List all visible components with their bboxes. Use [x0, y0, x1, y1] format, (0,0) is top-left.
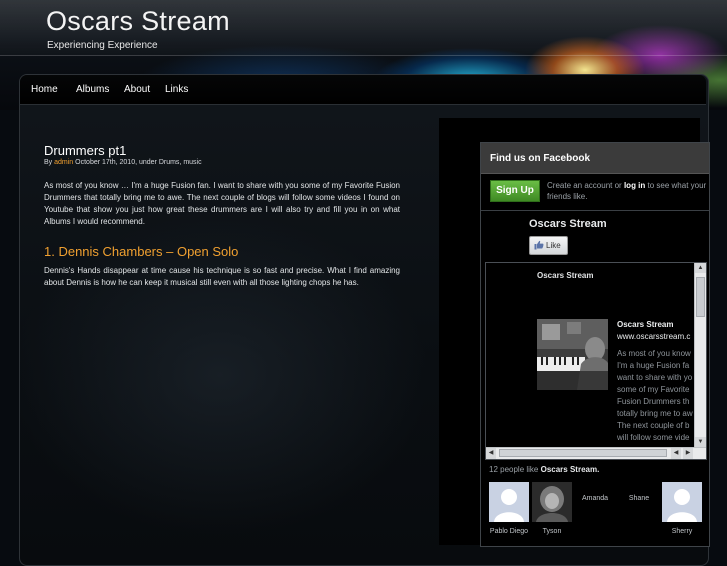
like-label: Like [546, 241, 561, 250]
facebook-like-box: Find us on Facebook Sign Up Create an ac… [480, 142, 710, 547]
stream-entry-name[interactable]: Oscars Stream [617, 320, 673, 329]
facebook-box-header: Find us on Facebook [481, 143, 709, 174]
nav-item-home[interactable]: Home [31, 84, 58, 95]
horizontal-scroll-thumb[interactable] [499, 449, 667, 457]
avatar[interactable] [662, 482, 702, 522]
piano-photo [537, 319, 608, 390]
signup-button[interactable]: Sign Up [490, 180, 540, 202]
horizontal-scrollbar[interactable]: ◀ ◀ ▶ [486, 447, 706, 459]
post-meta-date-categories: October 17th, 2010, under Drums, music [75, 159, 202, 166]
nav-item-about[interactable]: About [124, 84, 150, 95]
stream-text-line: totally bring me to aw [617, 409, 693, 418]
stream-text-line: The next couple of b [617, 421, 690, 430]
stream-entry-text: As most of you know I'm a huge Fusion fa… [617, 348, 697, 444]
stream-text-line: will follow some vide [617, 433, 690, 442]
post-meta: By admin October 17th, 2010, under Drums… [44, 159, 202, 166]
facebook-stream[interactable]: Oscars Stream Oscars Stream www.oscarsst… [485, 262, 707, 460]
nav-item-links[interactable]: Links [165, 84, 188, 95]
stream-text-line: I'm a huge Fusion fa [617, 361, 690, 370]
default-avatar-icon [662, 482, 702, 522]
fan-photo [532, 482, 572, 522]
section-heading: 1. Dennis Chambers – Open Solo [44, 244, 239, 259]
post-meta-by: By [44, 159, 53, 166]
avatar[interactable] [532, 482, 572, 522]
fan-item[interactable]: Sherry [662, 482, 702, 544]
stream-text-line: some of my Favorite [617, 385, 690, 394]
nav-item-albums[interactable]: Albums [76, 84, 109, 95]
fan-item[interactable]: Tyson [532, 482, 572, 544]
signup-text-before: Create an account or [547, 181, 622, 190]
main-nav: Home Albums About Links [20, 75, 706, 105]
site-title[interactable]: Oscars Stream [46, 6, 230, 37]
arrow-right-icon[interactable]: ▶ [683, 448, 693, 459]
divider [481, 210, 709, 211]
likes-page-name[interactable]: Oscars Stream. [541, 465, 600, 474]
stream-page-name[interactable]: Oscars Stream [537, 271, 593, 280]
post-intro: As most of you know … I'm a huge Fusion … [44, 181, 400, 226]
stream-text-line: Fusion Drummers th [617, 397, 690, 406]
fan-name[interactable]: Shane [613, 495, 665, 502]
arrow-left-icon[interactable]: ◀ [486, 448, 496, 459]
stream-post-thumbnail[interactable] [537, 319, 608, 390]
stream-text-line: want to share with yo [617, 373, 693, 382]
arrow-left-icon[interactable]: ◀ [671, 448, 681, 459]
stream-entry-url[interactable]: www.oscarsstream.c [617, 332, 690, 341]
fan-item[interactable]: Shane [619, 482, 659, 544]
default-avatar-icon [489, 482, 529, 522]
vertical-scrollbar[interactable]: ▲ ▼ [694, 263, 706, 447]
fan-item[interactable]: Amanda [575, 482, 615, 544]
fan-name[interactable]: Tyson [526, 528, 578, 535]
fan-name[interactable]: Sherry [656, 528, 708, 535]
likes-prefix: 12 people like [489, 465, 539, 474]
thumbs-up-icon [534, 240, 544, 250]
stream-text-line: As most of you know [617, 349, 691, 358]
facebook-page-name[interactable]: Oscars Stream [529, 218, 607, 230]
post-title[interactable]: Drummers pt1 [44, 143, 126, 158]
vertical-scroll-thumb[interactable] [696, 277, 705, 317]
signup-prompt: Create an account or log in to see what … [547, 180, 707, 202]
likes-count: 12 people like Oscars Stream. [489, 465, 599, 474]
login-link[interactable]: log in [624, 181, 645, 190]
fan-item[interactable]: Pablo Diego [489, 482, 529, 544]
arrow-down-icon[interactable]: ▼ [695, 437, 706, 447]
arrow-up-icon[interactable]: ▲ [695, 263, 706, 273]
post-author-link[interactable]: admin [54, 159, 73, 166]
section-text: Dennis's Hands disappear at time cause h… [44, 266, 400, 287]
like-button[interactable]: Like [529, 236, 568, 255]
facebook-box-title: Find us on Facebook [490, 153, 591, 164]
site-tagline: Experiencing Experience [47, 40, 158, 51]
avatar[interactable] [489, 482, 529, 522]
